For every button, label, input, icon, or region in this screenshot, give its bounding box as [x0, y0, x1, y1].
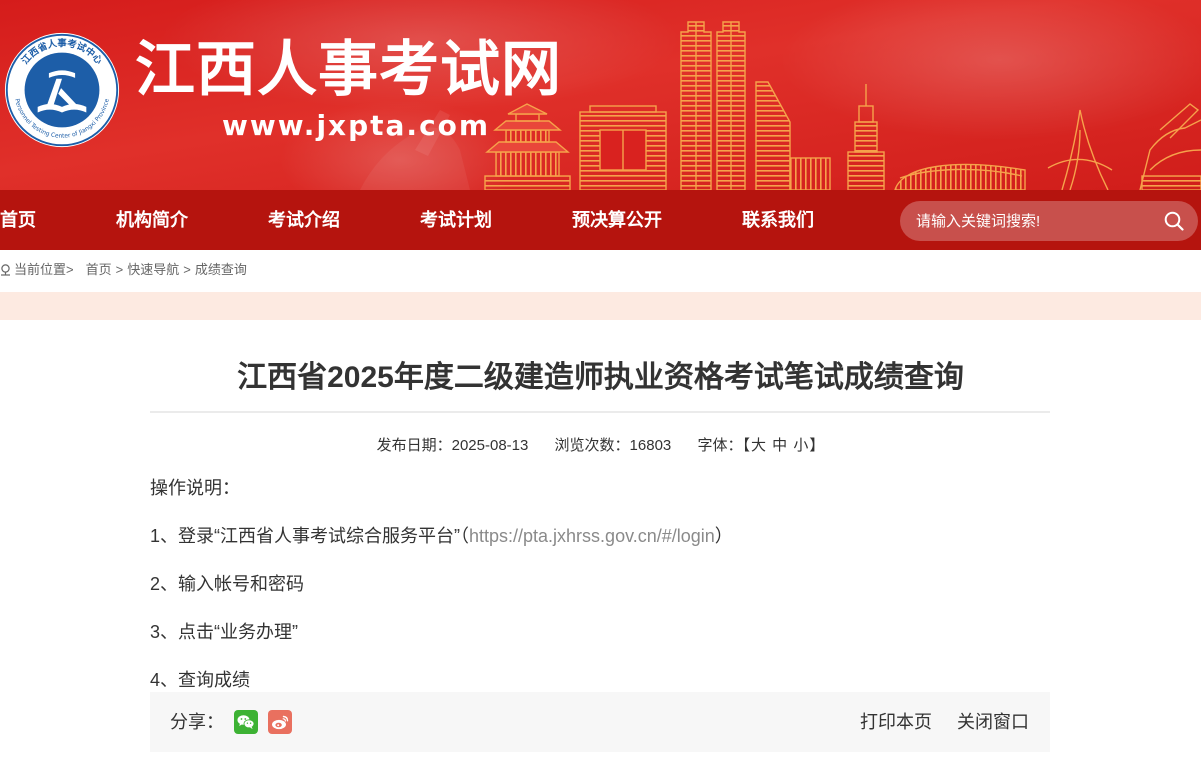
share-label: 分享： — [170, 712, 224, 732]
nav-item-home[interactable]: 首页 — [0, 190, 36, 250]
site-url: www.jxpta.com — [222, 109, 491, 142]
publish-date-label: 发布日期： — [376, 437, 452, 454]
platform-login-link[interactable]: https://pta.jxhrss.gov.cn/#/login — [469, 526, 715, 546]
title-divider — [150, 411, 1050, 413]
breadcrumb-label: 当前位置> — [14, 262, 74, 277]
article-meta: 发布日期：2025-08-13 浏览次数：16803 字体：【大 中 小】 — [0, 437, 1201, 455]
search-icon[interactable] — [1164, 211, 1184, 231]
step-1-text: 1、登录“江西省人事考试综合服务平台” — [150, 526, 460, 546]
site-banner: 江西省人事考试中心 Personnel Testing Center of Ji… — [0, 0, 1201, 190]
location-icon — [1, 264, 10, 276]
body-step-3: 3、点击“业务办理” — [150, 622, 298, 642]
breadcrumb-separator: > — [183, 262, 191, 277]
main-nav: 首页 机构简介 考试介绍 考试计划 预决算公开 联系我们 — [0, 190, 1201, 250]
decorative-band — [0, 292, 1201, 320]
font-bracket-open: 【 — [742, 437, 750, 454]
view-count-value: 16803 — [629, 437, 672, 454]
breadcrumb-separator: > — [115, 262, 124, 277]
publish-date-value: 2025-08-13 — [451, 437, 529, 454]
site-logo[interactable]: 江西省人事考试中心 Personnel Testing Center of Ji… — [4, 32, 120, 148]
paren-close: ） — [714, 526, 733, 546]
search-box — [900, 201, 1198, 241]
font-size-medium[interactable]: 中 — [772, 437, 787, 454]
view-count: 浏览次数：16803 — [555, 437, 672, 454]
nav-item-budget[interactable]: 预决算公开 — [572, 190, 662, 250]
breadcrumb-quick-nav[interactable]: 快速导航 — [127, 261, 179, 279]
article-body: 操作说明： 1、登录“江西省人事考试综合服务平台”（https://pta.jx… — [150, 464, 1050, 704]
body-intro: 操作说明： — [150, 478, 240, 498]
page: 江西省人事考试中心 Personnel Testing Center of Ji… — [0, 0, 1201, 779]
breadcrumb: 当前位置> 首页 > 快速导航 > 成绩查询 — [0, 261, 247, 279]
nav-item-exam-plan[interactable]: 考试计划 — [420, 190, 492, 250]
nav-item-about[interactable]: 机构简介 — [116, 190, 188, 250]
publish-date: 发布日期：2025-08-13 — [377, 437, 529, 454]
search-input[interactable] — [916, 201, 1156, 241]
print-page-button[interactable]: 打印本页 — [860, 692, 932, 752]
font-bracket-close: 】 — [809, 437, 825, 454]
share-bar: 分享： 打印本页 关闭窗口 — [150, 692, 1050, 752]
wechat-icon[interactable] — [234, 710, 258, 734]
font-size-label: 字体： — [697, 437, 743, 454]
font-size-small[interactable]: 小 — [793, 437, 808, 454]
breadcrumb-current[interactable]: 成绩查询 — [195, 261, 247, 279]
font-size-large[interactable]: 大 — [751, 437, 766, 454]
article-title: 江西省2025年度二级建造师执业资格考试笔试成绩查询 — [237, 361, 964, 394]
close-window-button[interactable]: 关闭窗口 — [957, 692, 1029, 752]
nav-items: 首页 机构简介 考试介绍 考试计划 预决算公开 联系我们 — [0, 190, 814, 250]
site-title: 江西人事考试网 — [135, 35, 562, 105]
font-size-switcher: 字体：【大 中 小】 — [697, 437, 824, 454]
nav-item-exam-intro[interactable]: 考试介绍 — [268, 190, 340, 250]
view-count-label: 浏览次数： — [554, 437, 630, 454]
body-step-2: 2、输入帐号和密码 — [150, 574, 305, 594]
body-step-1: 1、登录“江西省人事考试综合服务平台”（https://pta.jxhrss.g… — [150, 512, 1050, 560]
weibo-icon[interactable] — [268, 710, 292, 734]
paren-open: （ — [460, 526, 469, 546]
nav-item-contact[interactable]: 联系我们 — [742, 190, 814, 250]
breadcrumb-home[interactable]: 首页 — [86, 261, 112, 279]
